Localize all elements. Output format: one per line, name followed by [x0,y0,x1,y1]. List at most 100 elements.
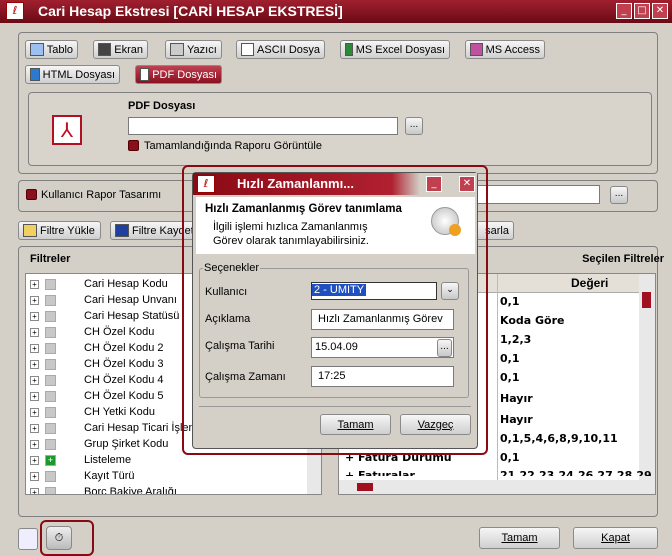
load-filter-label: Filtre Yükle [40,224,95,237]
filter-state-icon [45,342,56,354]
window-title: Cari Hesap Ekstresi [CARİ HESAP EKSTRESİ… [38,3,343,19]
filter-item[interactable]: + Kayıt Türü [30,468,135,484]
design-browse-button[interactable]: ... [610,186,628,204]
filters-title: Filtreler [30,253,71,265]
filter-item[interactable]: + Cari Hesap Statüsü [30,308,179,324]
filter-item[interactable]: + Borç Bakiye Aralığı [30,484,177,495]
user-design-label: Kullanıcı Rapor Tasarımı [41,189,162,201]
filter-item-label: CH Özel Kodu 2 [84,342,164,354]
filter-item[interactable]: + Grup Şirket Kodu [30,436,168,452]
close-window-button[interactable]: Kapat [573,527,658,549]
filter-item[interactable]: + CH Özel Kodu [30,324,154,340]
options-group-label: Seçenekler [203,262,261,274]
output-html-dosyas--button[interactable]: HTML Dosyası [25,65,120,84]
load-filter-button[interactable]: Filtre Yükle [18,221,101,240]
pdf-icon: ⅄ [52,115,82,145]
button-label: HTML Dosyası [42,68,115,81]
dialog-close-button[interactable]: ✕ [459,176,475,192]
filter-item[interactable]: + Cari Hesap Kodu [30,276,168,292]
column-divider [497,274,498,484]
date-input[interactable]: 15.04.09 [311,337,454,358]
pdf-file-input[interactable] [128,117,398,135]
user-dropdown-button[interactable]: ⌄ [441,282,459,300]
vertical-scrollbar[interactable] [639,274,655,484]
expand-icon[interactable]: + [30,375,39,385]
selected-filter-value: 0,1 [500,295,520,308]
highlight-schedule-button [40,520,94,556]
dialog-ok-button[interactable]: Tamam [320,414,391,435]
expand-icon[interactable]: + [30,327,39,337]
printer-icon [170,43,184,56]
clock-icon [431,207,461,236]
ok-button[interactable]: Tamam [479,527,560,549]
description-label: Açıklama [205,313,251,325]
design-file-input[interactable] [470,185,600,204]
excel-icon [345,43,353,56]
expand-icon[interactable]: + [30,471,39,481]
show-report-label: Tamamlandığında Raporu Görüntüle [144,140,322,152]
new-document-button[interactable] [18,528,38,550]
filter-item[interactable]: + Cari Hesap Unvanı [30,292,177,308]
dialog-cancel-button[interactable]: Vazgeç [400,414,471,435]
selected-filter-name: + Faturalar [345,469,415,476]
maximize-button[interactable]: □ [634,3,650,19]
expand-icon[interactable]: + [30,295,39,305]
filter-item-label: CH Özel Kodu 4 [84,374,164,386]
output-pdf-dosyas--button[interactable]: PDF Dosyası [135,65,222,84]
button-label: PDF Dosyası [152,68,217,81]
filter-item-label: CH Özel Kodu 5 [84,390,164,402]
expand-icon[interactable]: + [30,343,39,353]
filter-item-label: Borç Bakiye Aralığı [84,486,177,495]
filter-item[interactable]: + CH Özel Kodu 4 [30,372,163,388]
expand-icon[interactable]: + [30,311,39,321]
filter-state-icon [45,438,56,450]
access-icon [470,43,483,56]
user-design-checkbox[interactable] [26,189,37,200]
filter-item-label: CH Yetki Kodu [84,406,155,418]
filter-state-icon [45,326,56,338]
output-ms-access-button[interactable]: MS Access [465,40,545,59]
output-ekran-button[interactable]: Ekran [93,40,148,59]
date-picker-button[interactable]: ... [437,339,452,357]
dialog-separator [199,406,471,407]
date-label: Çalışma Tarihi [205,340,275,352]
filter-state-icon [45,278,56,290]
close-button[interactable]: ✕ [652,3,668,19]
filter-item[interactable]: + Cari Hesap Ticari İşlem [30,420,198,436]
filter-item[interactable]: + + Listeleme [30,452,131,468]
button-label: Yazıcı [187,43,217,56]
filter-state-icon [45,310,56,322]
expand-icon[interactable]: + [30,359,39,369]
selected-filter-value: Koda Göre [500,314,565,327]
output-ascii-dosya-button[interactable]: ASCII Dosya [236,40,325,59]
output-tablo-button[interactable]: Tablo [25,40,78,59]
filter-item[interactable]: + CH Özel Kodu 2 [30,340,163,356]
pdf-file-label: PDF Dosyası [128,100,196,112]
filter-item[interactable]: + CH Yetki Kodu [30,404,155,420]
expand-icon[interactable]: + [30,407,39,417]
filter-item-label: CH Özel Kodu [84,326,155,338]
minimize-button[interactable]: _ [616,3,632,19]
pdf-browse-button[interactable]: ... [405,117,423,135]
expand-icon[interactable]: + [30,455,39,465]
user-select[interactable]: 2 - UMITY [311,282,437,300]
horizontal-scrollbar[interactable] [339,480,655,494]
description-input[interactable]: Hızlı Zamanlanmış Görev [311,309,454,330]
expand-icon[interactable]: + [30,487,39,494]
title-bar: ℓ Cari Hesap Ekstresi [CARİ HESAP EKSTRE… [0,0,672,23]
filter-item[interactable]: + CH Özel Kodu 5 [30,388,163,404]
button-label: MS Excel Dosyası [355,43,445,56]
quick-schedule-dialog: ℓ Hızlı Zamanlanmı... _ ✕ Hızlı Zamanlan… [192,172,478,449]
selected-filter-value: 1,2,3 [500,333,532,346]
show-report-checkbox[interactable] [128,140,139,151]
button-label: Tablo [46,43,73,56]
dialog-minimize-button[interactable]: _ [426,176,442,192]
output-yaz-c--button[interactable]: Yazıcı [165,40,222,59]
expand-icon[interactable]: + [30,279,39,289]
filter-item[interactable]: + CH Özel Kodu 3 [30,356,163,372]
output-ms-excel-dosyas--button[interactable]: MS Excel Dosyası [340,40,450,59]
time-input[interactable]: 17:25 [311,366,454,387]
expand-icon[interactable]: + [30,391,39,401]
expand-icon[interactable]: + [30,439,39,449]
expand-icon[interactable]: + [30,423,39,433]
